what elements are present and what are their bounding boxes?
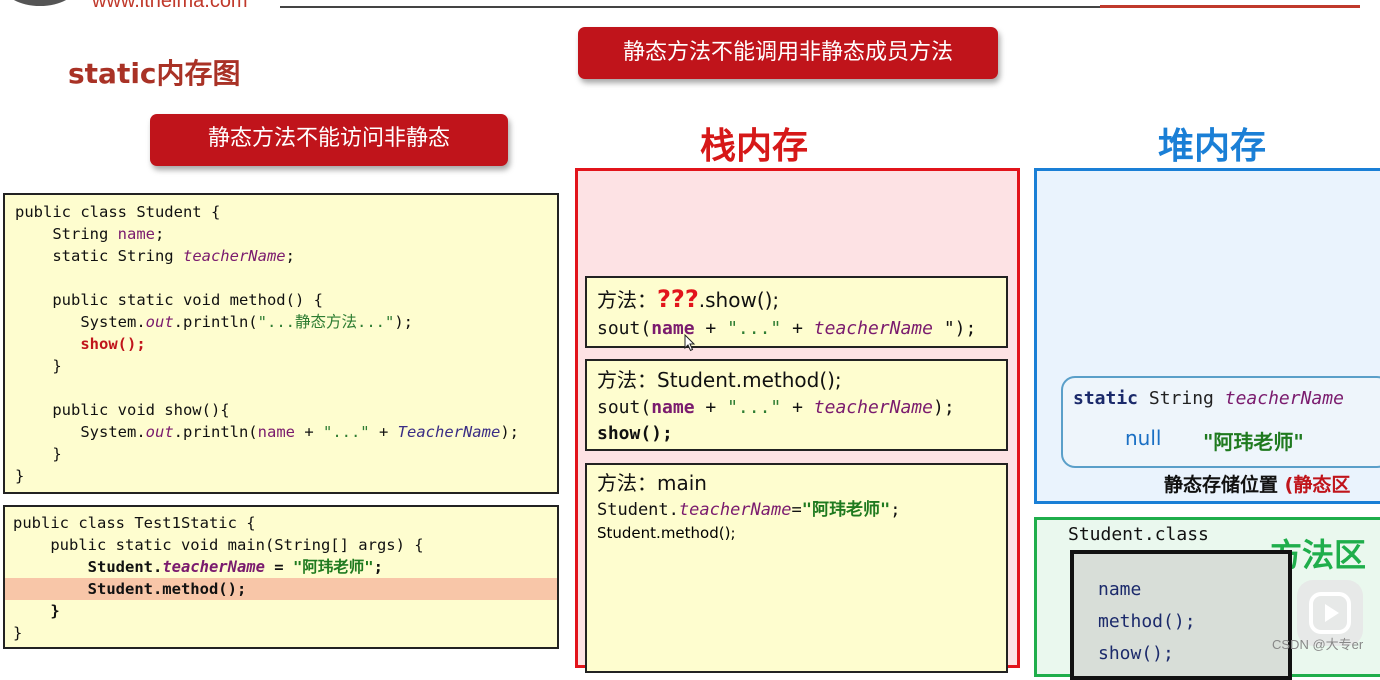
code-line: Student.teacherName = "阿玮老师";: [13, 558, 383, 576]
code-line: public void show(){: [15, 401, 230, 419]
code-line: }: [15, 357, 62, 375]
student-code-box: public class Student { String name; stat…: [3, 193, 559, 494]
banner-static-cannot-access-nonstatic: 静态方法不能访问非静态: [150, 114, 508, 166]
site-url: www.itheima.com: [92, 0, 248, 12]
show-call: show();: [597, 423, 673, 444]
code-line: String name;: [15, 225, 165, 243]
code-line: static String teacherName;: [15, 247, 295, 265]
code-line: }: [13, 624, 23, 642]
class-member: show();: [1098, 643, 1174, 664]
code-line: public static void method() {: [15, 291, 323, 309]
static-area-caption: 静态存储位置 (静态区: [1164, 474, 1351, 496]
student-class-box: name method(); show();: [1070, 550, 1292, 680]
static-null-value: null: [1125, 426, 1162, 450]
header-divider-accent: [1100, 5, 1360, 8]
class-name: Student.class: [1068, 524, 1209, 545]
code-line: System.out.println(name + "..." + Teache…: [15, 423, 519, 441]
main-call-line: Student.method();: [597, 524, 736, 542]
code-line: }: [15, 445, 62, 463]
code-line: System.out.println("...静态方法...");: [15, 313, 413, 331]
static-assigned-value: "阿玮老师": [1203, 430, 1304, 454]
stack-frame-method: 方法：Student.method(); sout(name + "..." +…: [585, 359, 1008, 451]
unknown-caller: ???: [657, 285, 699, 313]
code-line: }: [13, 602, 60, 620]
code-line: public class Test1Static {: [13, 514, 256, 532]
stack-frame-show: 方法：???.show(); sout(name + "..." + teach…: [585, 276, 1008, 348]
stack-frame-main: 方法：main Student.teacherName="阿玮老师"; Stud…: [585, 463, 1008, 673]
page-title: static内存图: [68, 57, 241, 90]
test-code-box: public class Test1Static { public static…: [3, 505, 559, 649]
banner-static-cannot-call-instance-method: 静态方法不能调用非静态成员方法: [578, 27, 998, 79]
mouse-cursor-icon: [684, 334, 696, 352]
watermark: CSDN @大专er: [1272, 637, 1364, 652]
class-member: name: [1098, 579, 1142, 600]
heap-title: 堆内存: [1158, 126, 1267, 167]
code-line-highlighted: Student.method();: [5, 578, 557, 600]
code-line: }: [15, 467, 25, 485]
logo-icon: [2, 0, 78, 6]
code-line: public class Student {: [15, 203, 221, 221]
stack-title: 栈内存: [700, 126, 809, 167]
code-line-show-call: show();: [15, 335, 146, 353]
class-member: method();: [1098, 611, 1196, 632]
code-line: public static void main(String[] args) {: [13, 536, 424, 554]
static-area: static String teacherName null "阿玮老师": [1061, 376, 1380, 468]
